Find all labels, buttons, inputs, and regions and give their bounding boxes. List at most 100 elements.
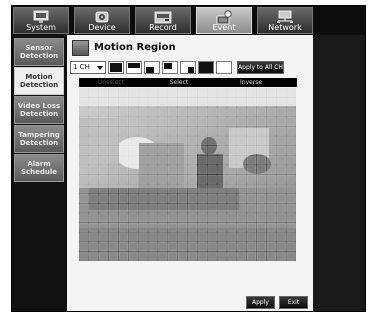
motion-grid-cell[interactable] xyxy=(247,107,257,117)
apply-button[interactable]: Apply xyxy=(246,296,275,309)
motion-grid-cell[interactable] xyxy=(247,117,257,127)
motion-grid-cell[interactable] xyxy=(266,136,276,146)
motion-grid-cell[interactable] xyxy=(247,242,257,251)
sidebar-item-tampering-detection[interactable]: Tampering Detection xyxy=(14,125,64,153)
motion-grid-cell[interactable] xyxy=(187,146,197,155)
motion-grid-cell[interactable] xyxy=(99,213,109,223)
motion-grid-cell[interactable] xyxy=(89,155,99,165)
motion-grid-cell[interactable] xyxy=(89,222,99,232)
tab-system[interactable]: System xyxy=(13,7,69,34)
motion-grid-cell[interactable] xyxy=(108,146,119,155)
motion-grid-cell[interactable] xyxy=(217,165,227,175)
motion-grid-cell[interactable] xyxy=(148,98,158,107)
motion-grid-cell[interactable] xyxy=(256,194,267,203)
motion-grid-cell[interactable] xyxy=(158,98,168,107)
motion-grid-cell[interactable] xyxy=(187,232,197,242)
motion-grid-cell[interactable] xyxy=(128,165,138,175)
motion-grid-cell[interactable] xyxy=(148,117,158,127)
motion-grid-cell[interactable] xyxy=(158,126,168,136)
motion-grid-cell[interactable] xyxy=(197,155,207,165)
motion-grid-cell[interactable] xyxy=(158,117,168,127)
motion-grid-cell[interactable] xyxy=(118,232,128,242)
motion-grid-cell[interactable] xyxy=(217,107,227,117)
motion-grid-cell[interactable] xyxy=(148,155,158,165)
motion-grid-cell[interactable] xyxy=(108,117,119,127)
motion-grid-cell[interactable] xyxy=(276,107,286,117)
motion-grid-cell[interactable] xyxy=(89,251,99,261)
motion-grid-cell[interactable] xyxy=(207,107,217,117)
motion-grid-cell[interactable] xyxy=(207,194,217,203)
motion-grid-cell[interactable] xyxy=(286,98,296,107)
motion-grid-cell[interactable] xyxy=(178,222,188,232)
motion-grid-cell[interactable] xyxy=(217,203,227,213)
motion-grid-cell[interactable] xyxy=(276,126,286,136)
motion-grid-cell[interactable] xyxy=(89,117,99,127)
motion-grid-cell[interactable] xyxy=(128,155,138,165)
motion-grid-cell[interactable] xyxy=(197,174,207,184)
sidebar-item-motion-detection[interactable]: Motion Detection xyxy=(14,67,64,95)
motion-grid-cell[interactable] xyxy=(148,232,158,242)
motion-grid-cell[interactable] xyxy=(187,174,197,184)
motion-grid-cell[interactable] xyxy=(266,117,276,127)
motion-grid-cell[interactable] xyxy=(79,184,89,194)
motion-grid-cell[interactable] xyxy=(178,98,188,107)
motion-grid-cell[interactable] xyxy=(89,213,99,223)
motion-grid-cell[interactable] xyxy=(99,242,109,251)
motion-grid-cell[interactable] xyxy=(247,184,257,194)
motion-grid-cell[interactable] xyxy=(99,126,109,136)
motion-grid-cell[interactable] xyxy=(276,222,286,232)
motion-grid-cell[interactable] xyxy=(118,136,128,146)
motion-grid-cell[interactable] xyxy=(79,174,89,184)
motion-grid-cell[interactable] xyxy=(207,155,217,165)
motion-grid-cell[interactable] xyxy=(217,232,227,242)
motion-grid-cell[interactable] xyxy=(99,232,109,242)
motion-grid-cell[interactable] xyxy=(99,107,109,117)
motion-grid-cell[interactable] xyxy=(187,165,197,175)
motion-grid-cell[interactable] xyxy=(89,126,99,136)
motion-grid-cell[interactable] xyxy=(227,146,237,155)
motion-grid-cell[interactable] xyxy=(266,184,276,194)
motion-grid-cell[interactable] xyxy=(128,146,138,155)
motion-grid-cell[interactable] xyxy=(128,213,138,223)
motion-grid-cell[interactable] xyxy=(118,155,128,165)
motion-grid-cell[interactable] xyxy=(227,98,237,107)
motion-grid-cell[interactable] xyxy=(207,136,217,146)
motion-grid-cell[interactable] xyxy=(266,174,276,184)
motion-grid-cell[interactable] xyxy=(276,88,286,98)
motion-grid-cell[interactable] xyxy=(79,213,89,223)
motion-grid-cell[interactable] xyxy=(187,184,197,194)
motion-grid-cell[interactable] xyxy=(148,174,158,184)
motion-grid-cell[interactable] xyxy=(79,146,89,155)
motion-grid-cell[interactable] xyxy=(168,117,178,127)
motion-grid-cell[interactable] xyxy=(79,222,89,232)
motion-grid-cell[interactable] xyxy=(178,203,188,213)
motion-grid-cell[interactable] xyxy=(168,232,178,242)
motion-grid-cell[interactable] xyxy=(227,107,237,117)
preset-region-full-button[interactable] xyxy=(108,61,124,74)
motion-grid-cell[interactable] xyxy=(118,126,128,136)
motion-grid-cell[interactable] xyxy=(138,126,148,136)
motion-grid-cell[interactable] xyxy=(247,165,257,175)
motion-grid-cell[interactable] xyxy=(247,136,257,146)
motion-grid-cell[interactable] xyxy=(266,155,276,165)
motion-grid-cell[interactable] xyxy=(197,165,207,175)
motion-grid-cell[interactable] xyxy=(99,117,109,127)
motion-grid-cell[interactable] xyxy=(108,165,119,175)
motion-grid-cell[interactable] xyxy=(256,126,267,136)
motion-grid-cell[interactable] xyxy=(89,146,99,155)
motion-grid-cell[interactable] xyxy=(207,126,217,136)
motion-grid-cell[interactable] xyxy=(79,232,89,242)
motion-grid-cell[interactable] xyxy=(247,146,257,155)
motion-grid-cell[interactable] xyxy=(138,146,148,155)
motion-grid-cell[interactable] xyxy=(276,194,286,203)
motion-grid-cell[interactable] xyxy=(148,146,158,155)
motion-grid-cell[interactable] xyxy=(266,203,276,213)
motion-grid-cell[interactable] xyxy=(256,203,267,213)
motion-grid-cell[interactable] xyxy=(178,184,188,194)
motion-grid-cell[interactable] xyxy=(89,184,99,194)
motion-grid-cell[interactable] xyxy=(197,146,207,155)
motion-grid-cell[interactable] xyxy=(138,165,148,175)
motion-grid-cell[interactable] xyxy=(207,146,217,155)
motion-grid-cell[interactable] xyxy=(197,213,207,223)
motion-grid-cell[interactable] xyxy=(128,136,138,146)
